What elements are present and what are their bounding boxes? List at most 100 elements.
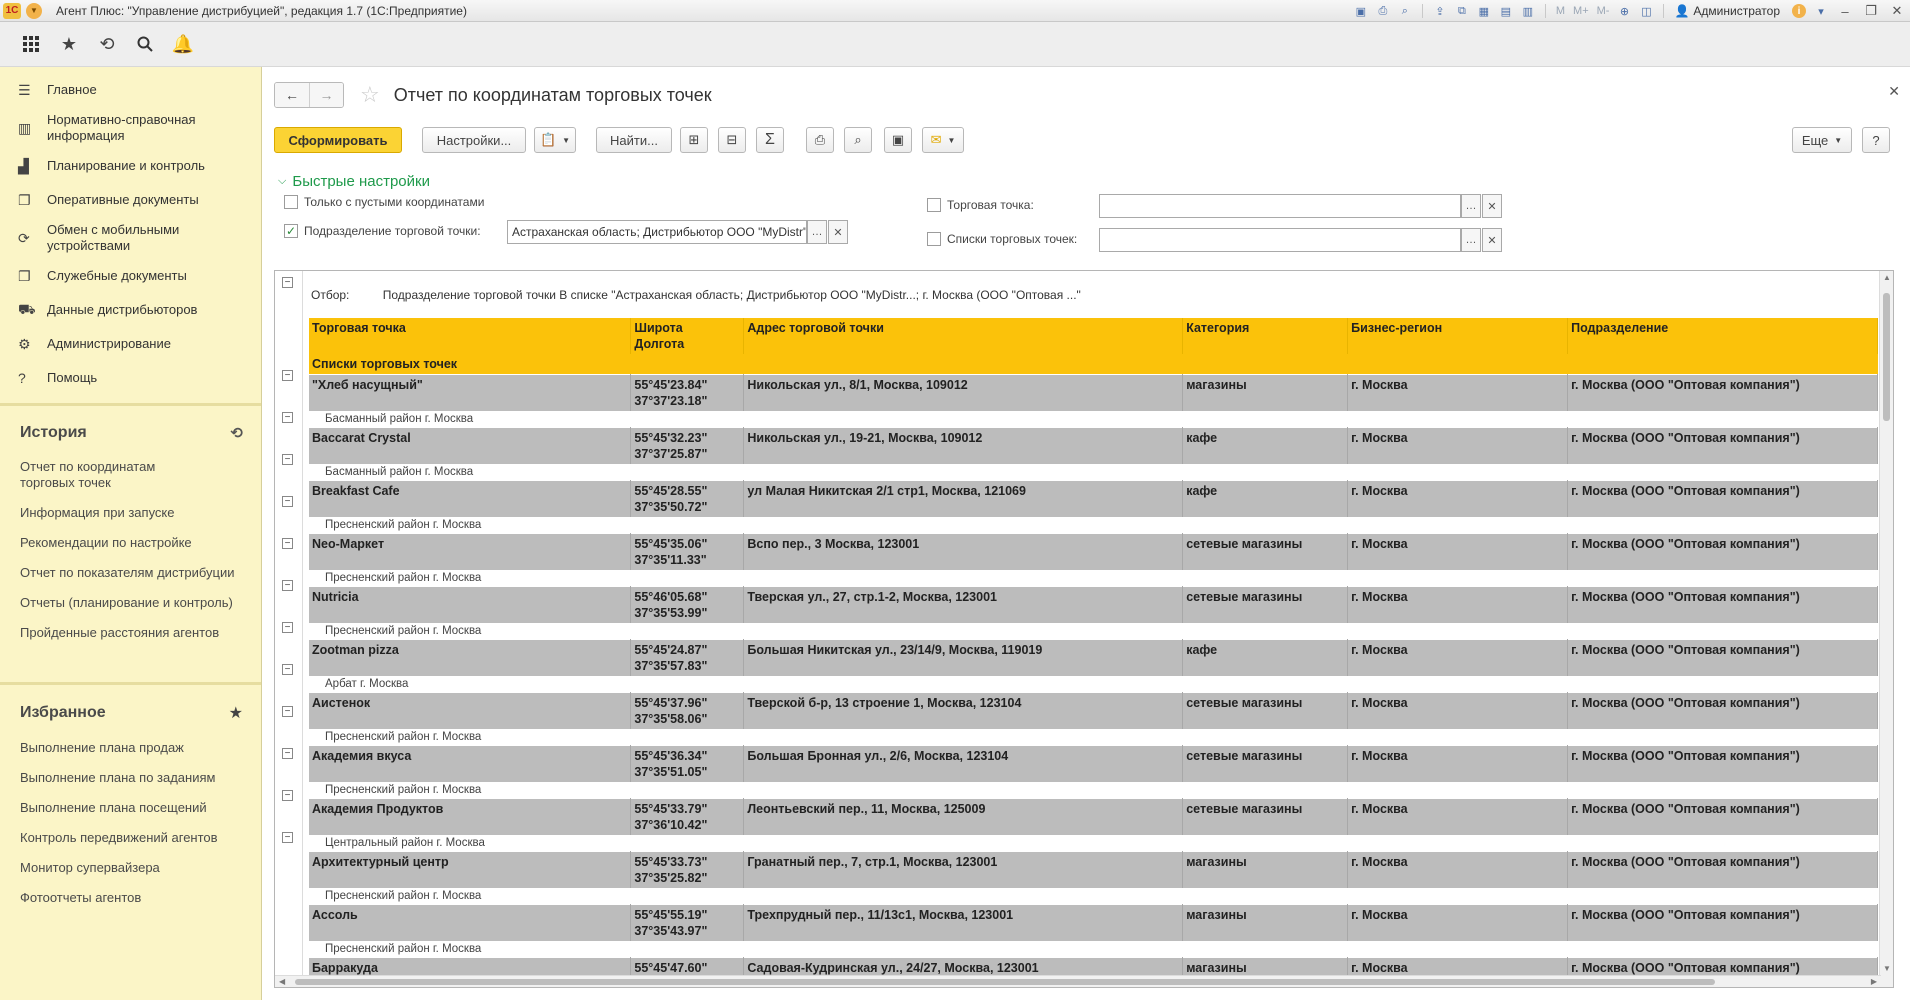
filter-outlet[interactable]: Торговая точка:	[927, 198, 1034, 212]
sidebar-item-administration[interactable]: ⚙ Администрирование	[0, 327, 261, 361]
collapse-group-icon[interactable]: −	[282, 790, 293, 801]
table-row[interactable]: Neo-Маркет 55°45'35.06" 37°35'11.33" Вспо п…	[309, 533, 1878, 570]
cell-subdivision[interactable]: г. Москва (ООО "Оптовая компания")	[1567, 904, 1878, 941]
cell-region[interactable]: г. Москва	[1347, 586, 1569, 623]
user-menu[interactable]: 👤 Администратор	[1674, 4, 1780, 18]
memory-minus-button[interactable]: M-	[1597, 5, 1610, 17]
collapse-group-icon[interactable]: −	[282, 664, 293, 675]
cell-outlet[interactable]: "Хлеб насущный"	[309, 374, 632, 411]
cell-subdivision[interactable]: г. Москва (ООО "Оптовая компания")	[1567, 427, 1878, 464]
scroll-right-icon[interactable]: ▶	[1871, 977, 1877, 986]
cell-region[interactable]: г. Москва	[1347, 533, 1569, 570]
filter-subdivision[interactable]: ✓ Подразделение торговой точки:	[284, 224, 481, 238]
sidebar-item-help[interactable]: ? Помощь	[0, 361, 261, 395]
sidebar-item-service-docs[interactable]: ❐ Служебные документы	[0, 259, 261, 293]
collapse-group-icon[interactable]: −	[282, 580, 293, 591]
cell-region[interactable]: г. Москва	[1347, 798, 1569, 835]
table-row[interactable]: Breakfast Cafe 55°45'28.55" 37°35'50.72" ул…	[309, 480, 1878, 517]
favorite-item[interactable]: Фотоотчеты агентов	[0, 883, 261, 913]
cell-subdivision[interactable]: г. Москва (ООО "Оптовая компания")	[1567, 851, 1878, 888]
forward-arrow-icon[interactable]: →	[309, 83, 343, 107]
cell-subdivision[interactable]: г. Москва (ООО "Оптовая компания")	[1567, 798, 1878, 835]
send-email-dropdown[interactable]: ✉ ▼	[922, 127, 964, 153]
cell-category[interactable]: кафе	[1182, 480, 1349, 517]
scroll-up-icon[interactable]: ▲	[1883, 273, 1891, 282]
subdivision-select-button[interactable]: …	[807, 220, 827, 244]
cell-coords[interactable]: 55°45'28.55" 37°35'50.72"	[630, 480, 745, 517]
sum-icon[interactable]: Σ	[756, 127, 784, 153]
calculator-icon[interactable]: ▥	[1519, 3, 1537, 19]
cell-region[interactable]: г. Москва	[1347, 374, 1569, 411]
cell-address[interactable]: Тверской б-р, 13 строение 1, Москва, 123…	[743, 692, 1184, 729]
vertical-scroll-thumb[interactable]	[1883, 293, 1890, 421]
preview-icon[interactable]: ⌕	[1396, 3, 1414, 19]
cell-region[interactable]: г. Москва	[1347, 692, 1569, 729]
table-row[interactable]: Ассоль 55°45'55.19" 37°35'43.97" Трехпрудны…	[309, 904, 1878, 941]
cell-address[interactable]: Тверская ул., 27, стр.1-2, Москва, 12300…	[743, 586, 1184, 623]
vertical-scrollbar[interactable]: ▲ ▼	[1879, 271, 1893, 987]
table-row[interactable]: Академия Продуктов 55°45'33.79" 37°36'10.4…	[309, 798, 1878, 835]
history-item[interactable]: Информация при запуске	[0, 498, 261, 528]
settings-button[interactable]: Настройки...	[422, 127, 526, 153]
outlet-lists-checkbox[interactable]	[927, 232, 941, 246]
cell-outlet[interactable]: Ассоль	[309, 904, 632, 941]
cell-address[interactable]: ул Малая Никитская 2/1 стр1, Москва, 121…	[743, 480, 1184, 517]
cell-outlet[interactable]: Аистенок	[309, 692, 632, 729]
cell-address[interactable]: Никольская ул., 19-21, Москва, 109012	[743, 427, 1184, 464]
cell-address[interactable]: Гранатный пер., 7, стр.1, Москва, 123001	[743, 851, 1184, 888]
favorites-star-icon[interactable]: ★	[50, 25, 88, 63]
cell-coords[interactable]: 55°45'36.34" 37°35'51.05"	[630, 745, 745, 782]
link-icon[interactable]: ⧉	[1453, 3, 1471, 19]
table-row[interactable]: Аистенок 55°45'37.96" 37°35'58.06" Тверской…	[309, 692, 1878, 729]
outlet-checkbox[interactable]	[927, 198, 941, 212]
cell-subdivision[interactable]: г. Москва (ООО "Оптовая компания")	[1567, 480, 1878, 517]
cell-subdivision[interactable]: г. Москва (ООО "Оптовая компания")	[1567, 745, 1878, 782]
collapse-group-icon[interactable]: −	[282, 748, 293, 759]
collapse-group-icon[interactable]: −	[282, 622, 293, 633]
cell-outlet[interactable]: Nutricia	[309, 586, 632, 623]
collapse-group-icon[interactable]: −	[282, 538, 293, 549]
add-to-favorites-star-icon[interactable]: ☆	[360, 82, 380, 108]
scroll-down-icon[interactable]: ▼	[1883, 964, 1891, 973]
cell-region[interactable]: г. Москва	[1347, 851, 1569, 888]
history-item[interactable]: Рекомендации по настройке	[0, 528, 261, 558]
cell-region[interactable]: г. Москва	[1347, 480, 1569, 517]
collapse-group-icon[interactable]: −	[282, 832, 293, 843]
memory-button[interactable]: M	[1556, 5, 1565, 17]
cell-outlet[interactable]: Архитектурный центр	[309, 851, 632, 888]
sidebar-item-operational-docs[interactable]: ❐ Оперативные документы	[0, 183, 261, 217]
cell-outlet[interactable]: Zootman pizza	[309, 639, 632, 676]
help-button[interactable]: ?	[1862, 127, 1890, 153]
favorites-star-icon[interactable]: ★	[229, 703, 243, 723]
close-icon[interactable]: ✕	[1888, 83, 1900, 100]
cell-outlet[interactable]: Академия Продуктов	[309, 798, 632, 835]
variants-dropdown[interactable]: 📋 ▼	[534, 127, 576, 153]
cell-subdivision[interactable]: г. Москва (ООО "Оптовая компания")	[1567, 639, 1878, 676]
scroll-left-icon[interactable]: ◀	[279, 977, 285, 986]
cell-category[interactable]: сетевые магазины	[1182, 533, 1349, 570]
cell-address[interactable]: Вспо пер., 3 Москва, 123001	[743, 533, 1184, 570]
cell-region[interactable]: г. Москва	[1347, 904, 1569, 941]
subdivision-checkbox[interactable]: ✓	[284, 224, 298, 238]
horizontal-scrollbar[interactable]: ◀ ▶	[275, 975, 1881, 987]
memory-plus-button[interactable]: M+	[1573, 5, 1589, 17]
cell-outlet[interactable]: Baccarat Crystal	[309, 427, 632, 464]
sidebar-item-mobile-exchange[interactable]: ⟳ Обмен с мобильными устройствами	[0, 217, 261, 259]
subdivision-clear-icon[interactable]: ✕	[828, 220, 848, 244]
maximize-button[interactable]: ❐	[1858, 0, 1884, 22]
save-icon[interactable]: ▣	[1352, 3, 1370, 19]
cell-category[interactable]: сетевые магазины	[1182, 586, 1349, 623]
outlet-select-button[interactable]: …	[1461, 194, 1481, 218]
collapse-group-icon[interactable]: −	[282, 496, 293, 507]
table-row[interactable]: "Хлеб насущный" 55°45'23.84" 37°37'23.18" Н…	[309, 374, 1878, 411]
info-icon[interactable]: i	[1790, 3, 1808, 19]
cell-coords[interactable]: 55°45'24.87" 37°35'57.83"	[630, 639, 745, 676]
cell-category[interactable]: сетевые магазины	[1182, 692, 1349, 729]
collapse-group-icon[interactable]: −	[282, 412, 293, 423]
cell-category[interactable]: сетевые магазины	[1182, 745, 1349, 782]
zoom-icon[interactable]: ⊕	[1615, 3, 1633, 19]
cell-coords[interactable]: 55°45'37.96" 37°35'58.06"	[630, 692, 745, 729]
sidebar-item-distributor-data[interactable]: ⛟ Данные дистрибьюторов	[0, 293, 261, 327]
cell-region[interactable]: г. Москва	[1347, 639, 1569, 676]
cell-coords[interactable]: 55°45'32.23" 37°37'25.87"	[630, 427, 745, 464]
